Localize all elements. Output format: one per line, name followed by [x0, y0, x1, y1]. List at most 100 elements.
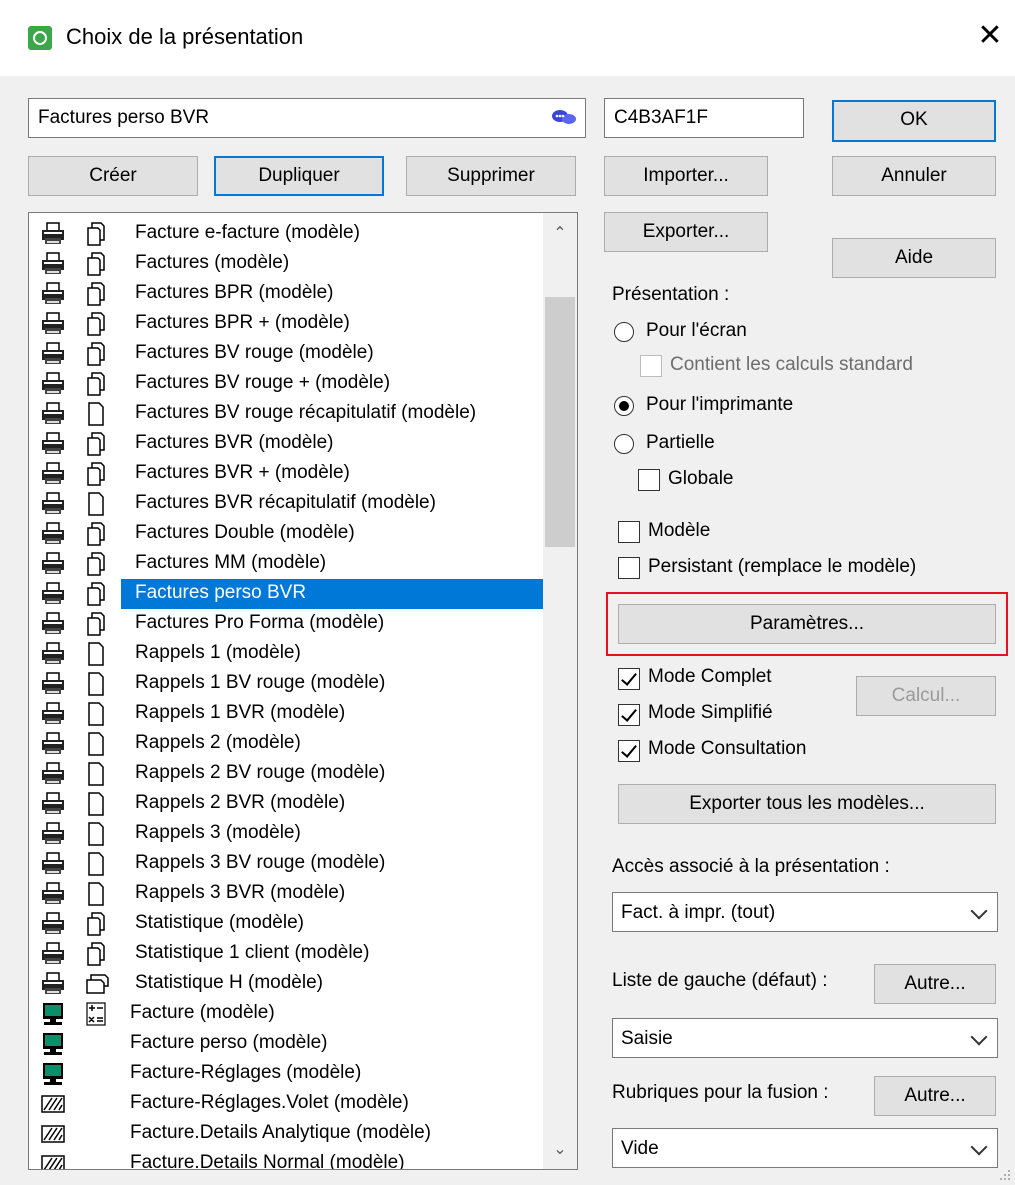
- list-item[interactable]: Rappels 1 (modèle): [29, 639, 543, 669]
- resize-grip-icon[interactable]: [999, 1169, 1011, 1181]
- merge-select[interactable]: Vide: [612, 1128, 998, 1168]
- pages-icon: [86, 612, 106, 636]
- list-item-label: Rappels 1 BVR (modèle): [135, 702, 346, 723]
- page-icon: [86, 492, 106, 516]
- window-title: Choix de la présentation: [66, 24, 304, 49]
- list-item[interactable]: Factures Pro Forma (modèle): [29, 609, 543, 639]
- left-list-select[interactable]: Saisie: [612, 1018, 998, 1058]
- pages-icon: [86, 252, 106, 276]
- checkbox-mode-simple[interactable]: [618, 704, 640, 726]
- list-item-label: Factures BPR + (modèle): [135, 312, 350, 333]
- list-item[interactable]: Facture e-facture (modèle): [29, 219, 543, 249]
- list-item[interactable]: Facture.Details Analytique (modèle): [29, 1119, 543, 1149]
- presentation-list[interactable]: Facture.Details Normal (modèle) Facture.D…: [28, 212, 578, 1170]
- model-label[interactable]: Modèle: [648, 520, 710, 542]
- close-icon[interactable]: ✕: [975, 18, 1005, 54]
- list-item[interactable]: Facture-Réglages (modèle): [29, 1059, 543, 1089]
- printer-icon: [41, 522, 65, 546]
- list-item[interactable]: Statistique H (modèle): [29, 969, 543, 999]
- list-item[interactable]: Rappels 2 BV rouge (modèle): [29, 759, 543, 789]
- code-field[interactable]: C4B3AF1F: [604, 98, 804, 138]
- parameters-button[interactable]: Paramètres...: [618, 604, 996, 644]
- presentation-name-value: Factures perso BVR: [38, 107, 210, 128]
- checkbox-model[interactable]: [618, 521, 640, 543]
- list-item[interactable]: Factures BV rouge + (modèle): [29, 369, 543, 399]
- list-item[interactable]: Statistique 1 client (modèle): [29, 939, 543, 969]
- list-item[interactable]: Facture-Réglages.Volet (modèle): [29, 1089, 543, 1119]
- printer-icon: [41, 942, 65, 966]
- calculator-icon: [86, 1002, 106, 1026]
- export-button[interactable]: Exporter...: [604, 212, 768, 252]
- delete-button[interactable]: Supprimer: [406, 156, 576, 196]
- list-item[interactable]: Factures BV rouge (modèle): [29, 339, 543, 369]
- scroll-up-icon[interactable]: ⌃: [543, 219, 577, 249]
- checkbox-mode-consult[interactable]: [618, 740, 640, 762]
- radio-printer[interactable]: [614, 396, 634, 416]
- list-item[interactable]: Facture perso (modèle): [29, 1029, 543, 1059]
- presentation-name-input[interactable]: Factures perso BVR: [28, 98, 586, 138]
- list-item[interactable]: Rappels 3 (modèle): [29, 819, 543, 849]
- list-item[interactable]: Factures MM (modèle): [29, 549, 543, 579]
- list-item[interactable]: Rappels 1 BV rouge (modèle): [29, 669, 543, 699]
- other-merge-button[interactable]: Autre...: [874, 1076, 996, 1116]
- checkbox-mode-full[interactable]: [618, 668, 640, 690]
- scroll-down-icon[interactable]: ⌄: [543, 1135, 577, 1165]
- list-item[interactable]: Factures (modèle): [29, 249, 543, 279]
- list-item[interactable]: Factures BVR + (modèle): [29, 459, 543, 489]
- global-label[interactable]: Globale: [668, 468, 734, 490]
- ok-button[interactable]: OK: [832, 100, 996, 142]
- list-item[interactable]: Rappels 3 BVR (modèle): [29, 879, 543, 909]
- radio-screen[interactable]: [614, 322, 634, 342]
- duplicate-button[interactable]: Dupliquer: [214, 156, 384, 196]
- printer-icon: [41, 672, 65, 696]
- pages-icon: [86, 342, 106, 366]
- list-item-label: Factures perso BVR: [135, 582, 307, 603]
- printer-icon: [41, 912, 65, 936]
- printer-icon: [41, 582, 65, 606]
- checkbox-global[interactable]: [638, 469, 660, 491]
- speech-bubbles-icon[interactable]: [551, 109, 577, 127]
- list-item[interactable]: Factures BV rouge récapitulatif (modèle): [29, 399, 543, 429]
- list-item[interactable]: Factures BPR (modèle): [29, 279, 543, 309]
- radio-screen-label[interactable]: Pour l'écran: [646, 320, 747, 342]
- list-item[interactable]: Factures BVR (modèle): [29, 429, 543, 459]
- list-item[interactable]: Rappels 2 (modèle): [29, 729, 543, 759]
- scrollbar-thumb[interactable]: [545, 297, 575, 547]
- mode-simple-label[interactable]: Mode Simplifié: [648, 702, 773, 724]
- list-item-label: Factures MM (modèle): [135, 552, 327, 573]
- page-icon: [86, 732, 106, 756]
- radio-partial-label[interactable]: Partielle: [646, 432, 715, 454]
- mode-consult-label[interactable]: Mode Consultation: [648, 738, 806, 760]
- cancel-button[interactable]: Annuler: [832, 156, 996, 196]
- list-item[interactable]: Rappels 1 BVR (modèle): [29, 699, 543, 729]
- list-item[interactable]: Rappels 2 BVR (modèle): [29, 789, 543, 819]
- persistent-label[interactable]: Persistant (remplace le modèle): [648, 556, 916, 578]
- checkbox-persistent[interactable]: [618, 557, 640, 579]
- page-icon: [86, 672, 106, 696]
- other-left-button[interactable]: Autre...: [874, 964, 996, 1004]
- help-button[interactable]: Aide: [832, 238, 996, 278]
- list-item-label: Facture-Réglages.Volet (modèle): [130, 1092, 409, 1113]
- page-icon: [86, 642, 106, 666]
- import-button[interactable]: Importer...: [604, 156, 768, 196]
- printer-icon: [41, 312, 65, 336]
- list-item[interactable]: Facture.Details Normal (modèle): [29, 1149, 543, 1170]
- checkbox-standard-calcs: [640, 355, 662, 377]
- list-item[interactable]: Factures BVR récapitulatif (modèle): [29, 489, 543, 519]
- access-select[interactable]: Fact. à impr. (tout): [612, 892, 998, 932]
- export-all-button[interactable]: Exporter tous les modèles...: [618, 784, 996, 824]
- printer-icon: [41, 402, 65, 426]
- list-item[interactable]: Factures BPR + (modèle): [29, 309, 543, 339]
- radio-partial[interactable]: [614, 434, 634, 454]
- create-button[interactable]: Créer: [28, 156, 198, 196]
- list-item-label: Facture.Details Normal (modèle): [130, 1152, 405, 1170]
- list-item[interactable]: Factures Double (modèle): [29, 519, 543, 549]
- mode-full-label[interactable]: Mode Complet: [648, 666, 772, 688]
- list-item[interactable]: Rappels 3 BV rouge (modèle): [29, 849, 543, 879]
- radio-printer-label[interactable]: Pour l'imprimante: [646, 394, 793, 416]
- list-item[interactable]: Statistique (modèle): [29, 909, 543, 939]
- monitor-icon: [41, 1002, 65, 1026]
- list-item[interactable]: Factures perso BVR: [29, 579, 543, 609]
- list-item[interactable]: Facture (modèle): [29, 999, 543, 1029]
- standard-calcs-label: Contient les calculs standard: [670, 354, 913, 375]
